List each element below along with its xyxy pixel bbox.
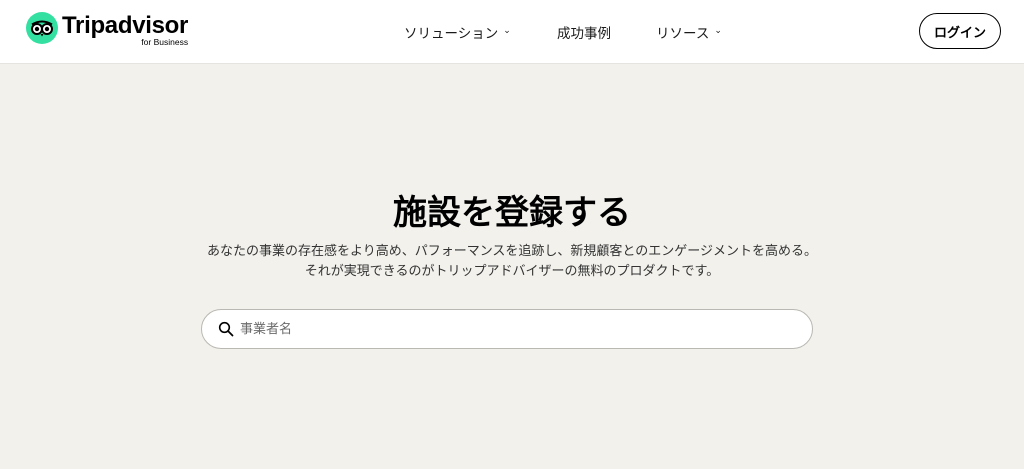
- nav-item-success-stories[interactable]: 成功事例: [557, 0, 611, 64]
- nav-item-solutions[interactable]: ソリューション ⌄: [404, 0, 511, 64]
- business-name-input[interactable]: [240, 314, 800, 344]
- nav-item-label: ソリューション: [404, 26, 499, 42]
- logo-wordmark: Tripadvisor: [62, 12, 189, 39]
- logo-subtitle: for Business: [141, 37, 189, 47]
- nav-item-label: 成功事例: [557, 26, 611, 42]
- owl-logo-icon: [26, 12, 58, 44]
- nav-item-label: リソース: [656, 26, 710, 42]
- login-button[interactable]: ログイン: [919, 13, 1001, 49]
- tripadvisor-logo[interactable]: Tripadvisor for Business: [26, 12, 188, 47]
- business-search-box[interactable]: [201, 309, 813, 349]
- search-icon: [218, 321, 234, 337]
- page-title: 施設を登録する: [393, 193, 631, 233]
- chevron-down-icon: ⌄: [714, 26, 722, 36]
- chevron-down-icon: ⌄: [503, 26, 511, 36]
- logo-text: Tripadvisor for Business: [62, 12, 188, 47]
- nav-item-resources[interactable]: リソース ⌄: [656, 0, 722, 64]
- site-header: Tripadvisor for Business ソリューション ⌄ 成功事例 …: [0, 0, 1024, 64]
- hero-description: あなたの事業の存在感をより高め、パフォーマンスを追跡し、新規顧客とのエンゲージメ…: [206, 244, 818, 279]
